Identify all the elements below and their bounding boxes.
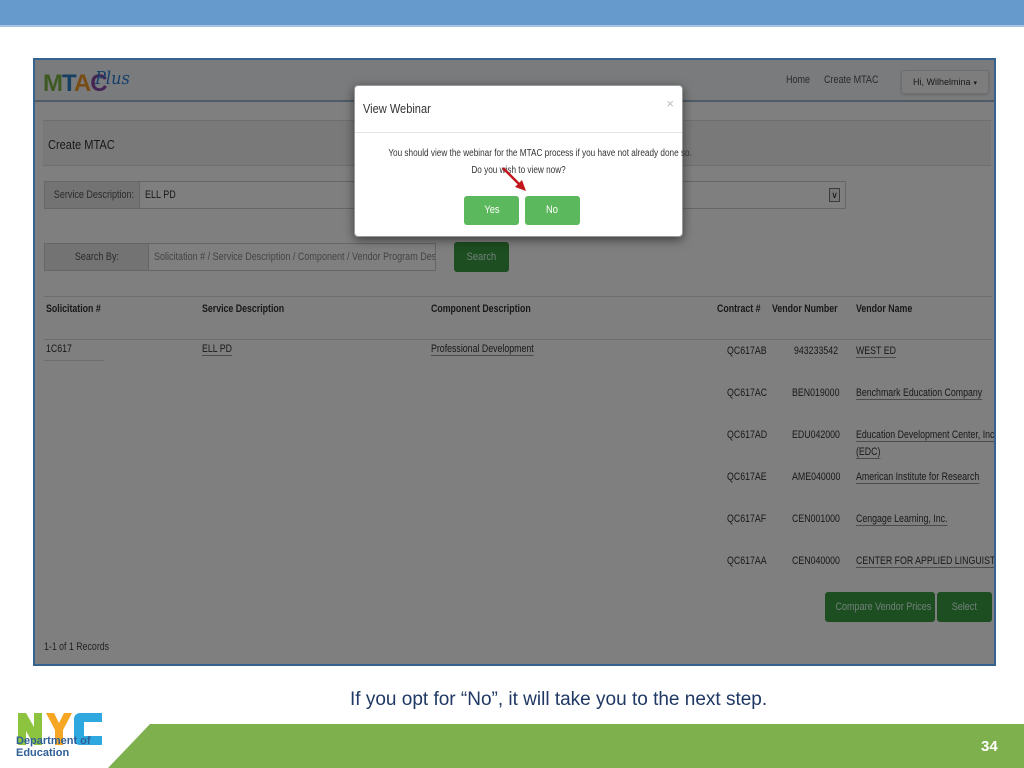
dialog-message: You should view the webinar for the MTAC… bbox=[388, 148, 692, 159]
top-banner-rule bbox=[0, 25, 1024, 27]
page-number: 34 bbox=[981, 738, 998, 755]
yes-button[interactable]: Yes bbox=[464, 196, 519, 225]
view-webinar-dialog: View Webinar × You should view the webin… bbox=[354, 85, 692, 237]
dialog-title: View Webinar bbox=[363, 101, 431, 116]
department-of-education-label: Department of Education bbox=[16, 735, 91, 759]
footer-green-band bbox=[108, 724, 1024, 768]
close-icon[interactable]: × bbox=[666, 96, 674, 111]
slide: MTAC Plus Home Create MTAC Hi, Wilhelmin… bbox=[0, 0, 1024, 768]
dialog-header: View Webinar × bbox=[355, 86, 682, 133]
no-button[interactable]: No bbox=[525, 196, 580, 225]
doe-line-2: Education bbox=[16, 747, 70, 759]
slide-caption: If you opt for “No”, it will take you to… bbox=[350, 689, 768, 710]
top-banner bbox=[0, 0, 1024, 25]
doe-line-1: Department of bbox=[16, 735, 91, 747]
dialog-question: Do you wish to view now? bbox=[471, 165, 566, 176]
